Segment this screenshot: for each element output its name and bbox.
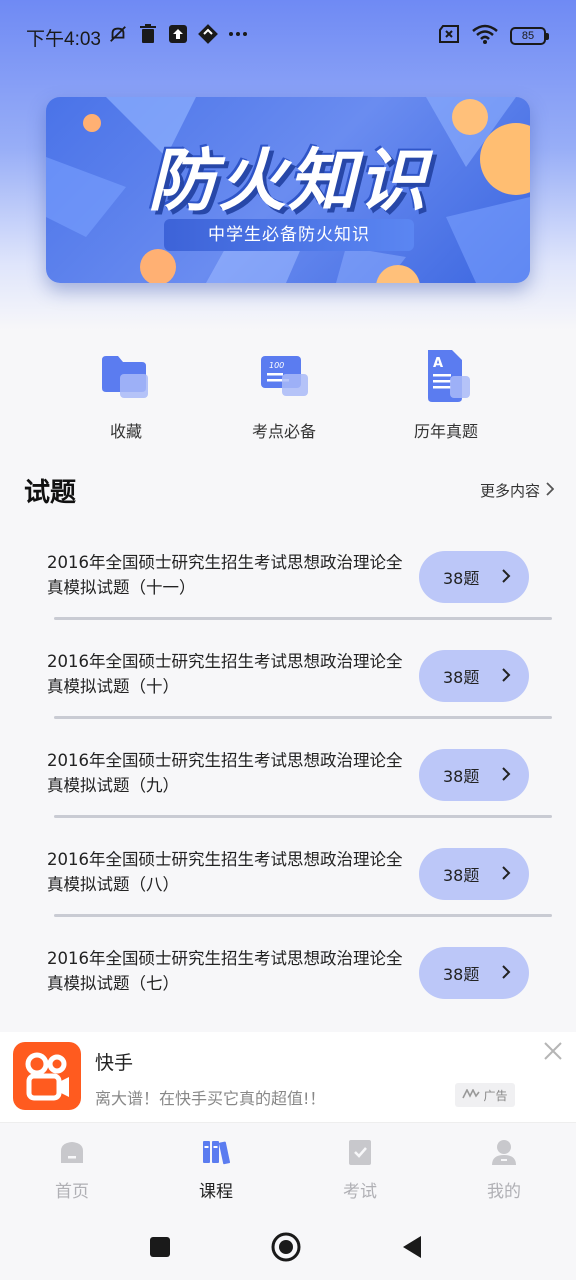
quick-nav-past-exams[interactable]: A 历年真题 (381, 348, 511, 442)
ad-description: 离大谱！在快手买它真的超值!！ (95, 1089, 326, 1108)
quick-nav: 收藏 100 考点必备 A 历年真题 (0, 330, 576, 450)
ad-tag: 广告 (455, 1083, 515, 1107)
more-dots-icon (228, 24, 248, 44)
divider (54, 617, 552, 620)
banner-subtitle: 中学生必备防火知识 (164, 219, 414, 251)
exam-list-item[interactable]: 2016年全国硕士研究生招生考试思想政治理论全真模拟试题（十） 38题 (0, 629, 576, 728)
exam-list-item[interactable]: 2016年全国硕士研究生招生考试思想政治理论全真模拟试题（八） 38题 (0, 827, 576, 926)
svg-text:100: 100 (269, 361, 284, 370)
exam-icon (345, 1137, 375, 1167)
chevron-right-icon (501, 667, 511, 687)
wifi-icon (472, 24, 498, 48)
question-count: 38题 (443, 767, 480, 786)
system-navigation-bar (0, 1214, 576, 1280)
quick-nav-label: 考点必备 (251, 422, 316, 441)
chevron-right-icon (501, 568, 511, 588)
exam-title: 2016年全国硕士研究生招生考试思想政治理论全真模拟试题（八） (47, 850, 403, 894)
svg-text:A: A (433, 356, 443, 371)
exam-title: 2016年全国硕士研究生招生考试思想政治理论全真模拟试题（十） (47, 652, 403, 696)
recent-apps-button[interactable] (143, 1230, 177, 1264)
exam-list-item[interactable]: 2016年全国硕士研究生招生考试思想政治理论全真模拟试题（七） 38题 (0, 926, 576, 1025)
back-triangle-icon (403, 1236, 421, 1258)
exam-list: 2016年全国硕士研究生招生考试思想政治理论全真模拟试题（十一） 38题 201… (0, 530, 576, 1025)
upload-icon (168, 24, 188, 44)
mute-bell-icon (108, 24, 128, 44)
status-time: 下午4:03 (26, 29, 101, 50)
bottom-nav: 首页 课程 考试 我的 (0, 1122, 576, 1214)
ad-mark-icon (462, 1088, 481, 1102)
profile-icon (489, 1137, 519, 1167)
exam-title: 2016年全国硕士研究生招生考试思想政治理论全真模拟试题（七） (47, 949, 403, 993)
chevron-right-icon (546, 481, 555, 500)
close-icon[interactable] (542, 1040, 564, 1062)
tab-label: 考试 (343, 1182, 377, 1202)
exam-list-item[interactable]: 2016年全国硕士研究生招生考试思想政治理论全真模拟试题（九） 38题 (0, 728, 576, 827)
banner-title: 防火知识 (147, 142, 428, 221)
home-icon (57, 1137, 87, 1167)
tab-courses[interactable]: 课程 (166, 1137, 266, 1202)
battery-icon: 85 (510, 27, 549, 45)
question-count: 38题 (443, 668, 480, 687)
quick-nav-label: 历年真题 (413, 422, 478, 441)
circle-icon (271, 1232, 301, 1262)
sim-x-icon (438, 25, 460, 47)
ad-app-name: 快手 (95, 1052, 134, 1074)
ad-banner[interactable]: 快手 离大谱！在快手买它真的超值!！ 广告 (0, 1032, 576, 1122)
kuaishou-logo-icon (13, 1042, 81, 1110)
exam-title: 2016年全国硕士研究生招生考试思想政治理论全真模拟试题（九） (47, 751, 403, 795)
question-count: 38题 (443, 965, 480, 984)
tab-profile[interactable]: 我的 (454, 1137, 554, 1202)
more-content-label: 更多内容 (479, 482, 540, 500)
tab-label: 我的 (487, 1182, 521, 1202)
document-icon: A (418, 348, 474, 404)
question-count: 38题 (443, 569, 480, 588)
ad-tag-label: 广告 (483, 1088, 508, 1103)
home-button[interactable] (269, 1230, 303, 1264)
square-icon (150, 1237, 170, 1257)
status-bar: 下午4:03 85 (0, 0, 576, 72)
exam-start-button[interactable]: 38题 (419, 551, 529, 603)
chevron-right-icon (501, 766, 511, 786)
exam-start-button[interactable]: 38题 (419, 947, 529, 999)
chevron-right-icon (501, 865, 511, 885)
app-icon (198, 24, 218, 44)
quick-nav-favorites[interactable]: 收藏 (61, 348, 191, 442)
quick-nav-key-points[interactable]: 100 考点必备 (219, 348, 349, 442)
promo-banner[interactable]: 防火知识 中学生必备防火知识 (46, 97, 530, 283)
chevron-right-icon (501, 964, 511, 984)
notebook-icon: 100 (256, 348, 312, 404)
folder-icon (98, 348, 154, 404)
question-count: 38题 (443, 866, 480, 885)
status-icons-left (108, 24, 248, 44)
divider (54, 716, 552, 719)
divider (54, 815, 552, 818)
exam-start-button[interactable]: 38题 (419, 749, 529, 801)
exam-list-item[interactable]: 2016年全国硕士研究生招生考试思想政治理论全真模拟试题（十一） 38题 (0, 530, 576, 629)
status-icons-right: 85 (438, 24, 549, 48)
exam-start-button[interactable]: 38题 (419, 848, 529, 900)
tab-home[interactable]: 首页 (22, 1137, 122, 1202)
tab-exam[interactable]: 考试 (310, 1137, 410, 1202)
tab-label: 首页 (55, 1182, 89, 1202)
exam-title: 2016年全国硕士研究生招生考试思想政治理论全真模拟试题（十一） (47, 553, 403, 597)
trash-icon (138, 24, 158, 44)
exam-start-button[interactable]: 38题 (419, 650, 529, 702)
divider (54, 914, 552, 917)
tab-label: 课程 (199, 1182, 233, 1202)
books-icon (201, 1137, 231, 1167)
more-content-link[interactable]: 更多内容 (479, 480, 555, 501)
section-title: 试题 (24, 478, 77, 508)
quick-nav-label: 收藏 (109, 422, 142, 441)
back-button[interactable] (395, 1230, 429, 1264)
